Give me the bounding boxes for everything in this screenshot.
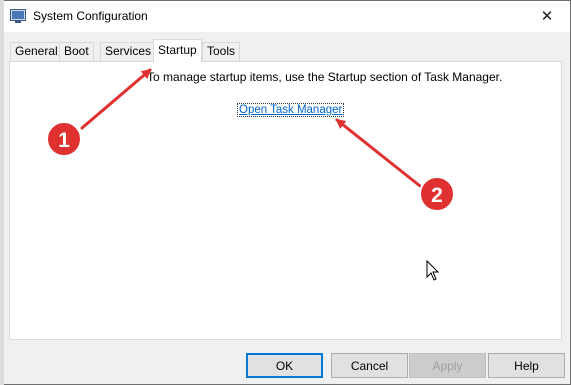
window-title: System Configuration (33, 9, 148, 23)
apply-button[interactable]: Apply (409, 353, 486, 378)
open-task-manager-link[interactable]: Open Task Manager (237, 103, 345, 117)
close-button[interactable]: ✕ (524, 1, 570, 31)
startup-info-text: To manage startup items, use the Startup… (147, 70, 503, 84)
help-button[interactable]: Help (488, 353, 565, 378)
tab-boot[interactable]: Boot (59, 42, 94, 61)
ok-button[interactable]: OK (246, 353, 323, 378)
title-bar: System Configuration ✕ (1, 1, 570, 32)
tab-services[interactable]: Services (100, 42, 157, 61)
msconfig-icon (10, 9, 26, 23)
system-configuration-window: System Configuration ✕ General Boot Serv… (0, 0, 571, 385)
close-icon: ✕ (540, 8, 554, 25)
tab-startup[interactable]: Startup (153, 39, 202, 62)
cancel-button[interactable]: Cancel (331, 353, 408, 378)
background-edge (0, 0, 4, 385)
tab-general[interactable]: General (10, 42, 63, 61)
tab-tools[interactable]: Tools (202, 42, 241, 61)
